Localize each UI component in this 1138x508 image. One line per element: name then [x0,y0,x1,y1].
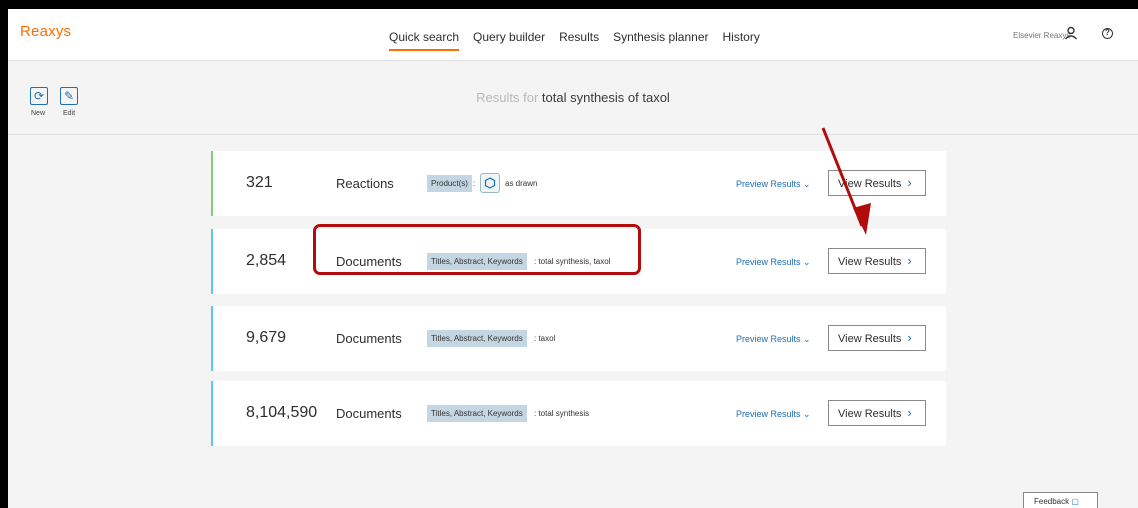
annotation-arrow-icon [821,127,871,235]
